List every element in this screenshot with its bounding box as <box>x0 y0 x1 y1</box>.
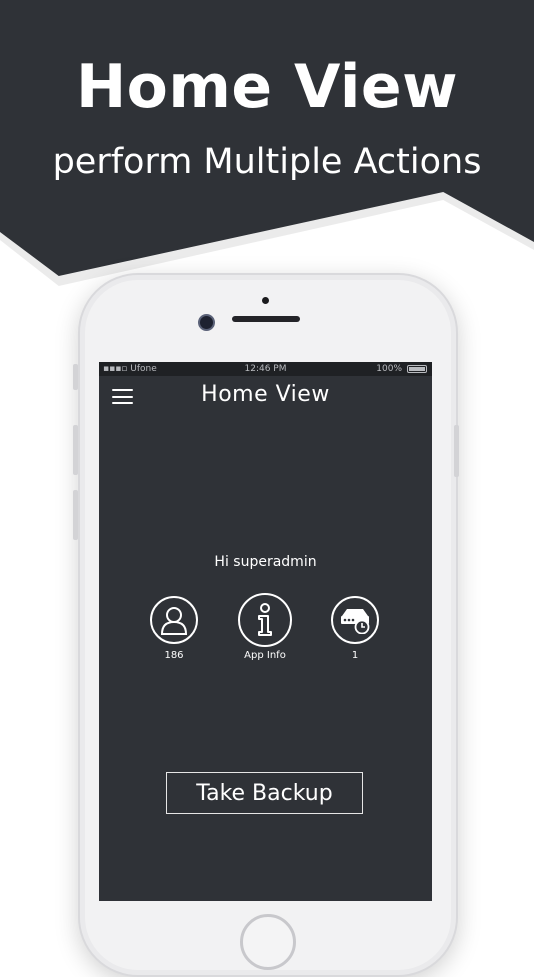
greeting-text: Hi superadmin <box>214 554 317 570</box>
users-count-action[interactable]: 186 <box>144 596 204 661</box>
phone-mute-switch <box>73 364 78 390</box>
backups-count-action[interactable]: 1 <box>325 596 385 661</box>
take-backup-button[interactable]: Take Backup <box>166 772 363 814</box>
server-clock-icon <box>341 609 370 634</box>
phone-camera <box>198 314 215 331</box>
status-battery-text: 100% <box>376 364 402 374</box>
info-icon <box>258 603 272 636</box>
action-circle <box>150 596 198 644</box>
phone-volume-down-button <box>73 490 78 540</box>
phone-power-button <box>454 425 459 477</box>
user-icon <box>160 607 188 635</box>
users-count-label: 186 <box>164 650 184 661</box>
backups-count-label: 1 <box>351 650 359 661</box>
action-circle <box>331 596 379 644</box>
phone-volume-up-button <box>73 425 78 475</box>
status-bar: ▪▪▪▫ Ufone 12:46 PM 100% <box>99 362 432 376</box>
battery-icon <box>407 365 427 373</box>
app-info-label: App Info <box>244 650 286 661</box>
action-circle <box>238 593 292 647</box>
app-screen: ▪▪▪▫ Ufone 12:46 PM 100% Home View Hi su… <box>99 362 432 901</box>
phone-sensor <box>262 297 269 304</box>
phone-speaker <box>232 316 300 322</box>
phone-home-button[interactable] <box>240 914 296 970</box>
app-info-action[interactable]: App Info <box>235 593 295 661</box>
promo-title: Home View <box>75 52 459 122</box>
nav-title: Home View <box>201 382 330 407</box>
promo-subtitle: perform Multiple Actions <box>52 142 482 182</box>
